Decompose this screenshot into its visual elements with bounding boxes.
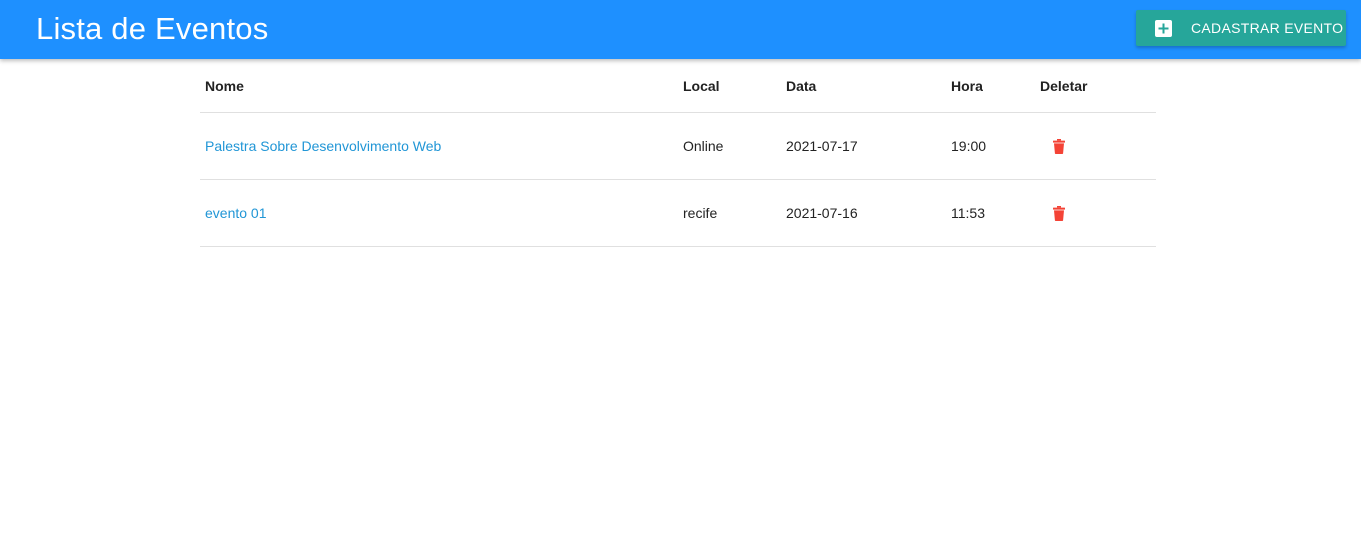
table-row: evento 01 recife 2021-07-16 11:53 xyxy=(200,179,1156,247)
event-date-cell: 2021-07-17 xyxy=(781,112,946,180)
add-event-button[interactable]: CADASTRAR EVENTO xyxy=(1136,10,1346,46)
event-local-cell: recife xyxy=(678,179,781,247)
event-name-cell: evento 01 xyxy=(200,179,678,247)
event-name-cell: Palestra Sobre Desenvolvimento Web xyxy=(200,112,678,180)
column-header-nome: Nome xyxy=(200,59,678,113)
add-event-label: CADASTRAR EVENTO xyxy=(1191,20,1344,36)
column-header-deletar: Deletar xyxy=(1035,59,1156,113)
event-local-cell: Online xyxy=(678,112,781,180)
event-time-cell: 11:53 xyxy=(946,179,1035,247)
event-name-link[interactable]: Palestra Sobre Desenvolvimento Web xyxy=(205,138,441,154)
page-title: Lista de Eventos xyxy=(36,11,269,46)
table-row: Palestra Sobre Desenvolvimento Web Onlin… xyxy=(200,112,1156,180)
add-box-icon xyxy=(1155,20,1172,37)
event-time-cell: 19:00 xyxy=(946,112,1035,180)
event-delete-cell xyxy=(1035,179,1156,247)
event-delete-cell xyxy=(1035,112,1156,180)
column-header-data: Data xyxy=(781,59,946,113)
table-header-row: Nome Local Data Hora Deletar xyxy=(200,59,1156,113)
top-bar: Lista de Eventos CADASTRAR EVENTO xyxy=(0,0,1361,59)
trash-icon[interactable] xyxy=(1053,139,1065,155)
events-table: Nome Local Data Hora Deletar Palestra So… xyxy=(200,59,1156,247)
column-header-hora: Hora xyxy=(946,59,1035,113)
trash-icon[interactable] xyxy=(1053,206,1065,222)
event-name-link[interactable]: evento 01 xyxy=(205,205,267,221)
column-header-local: Local xyxy=(678,59,781,113)
event-date-cell: 2021-07-16 xyxy=(781,179,946,247)
